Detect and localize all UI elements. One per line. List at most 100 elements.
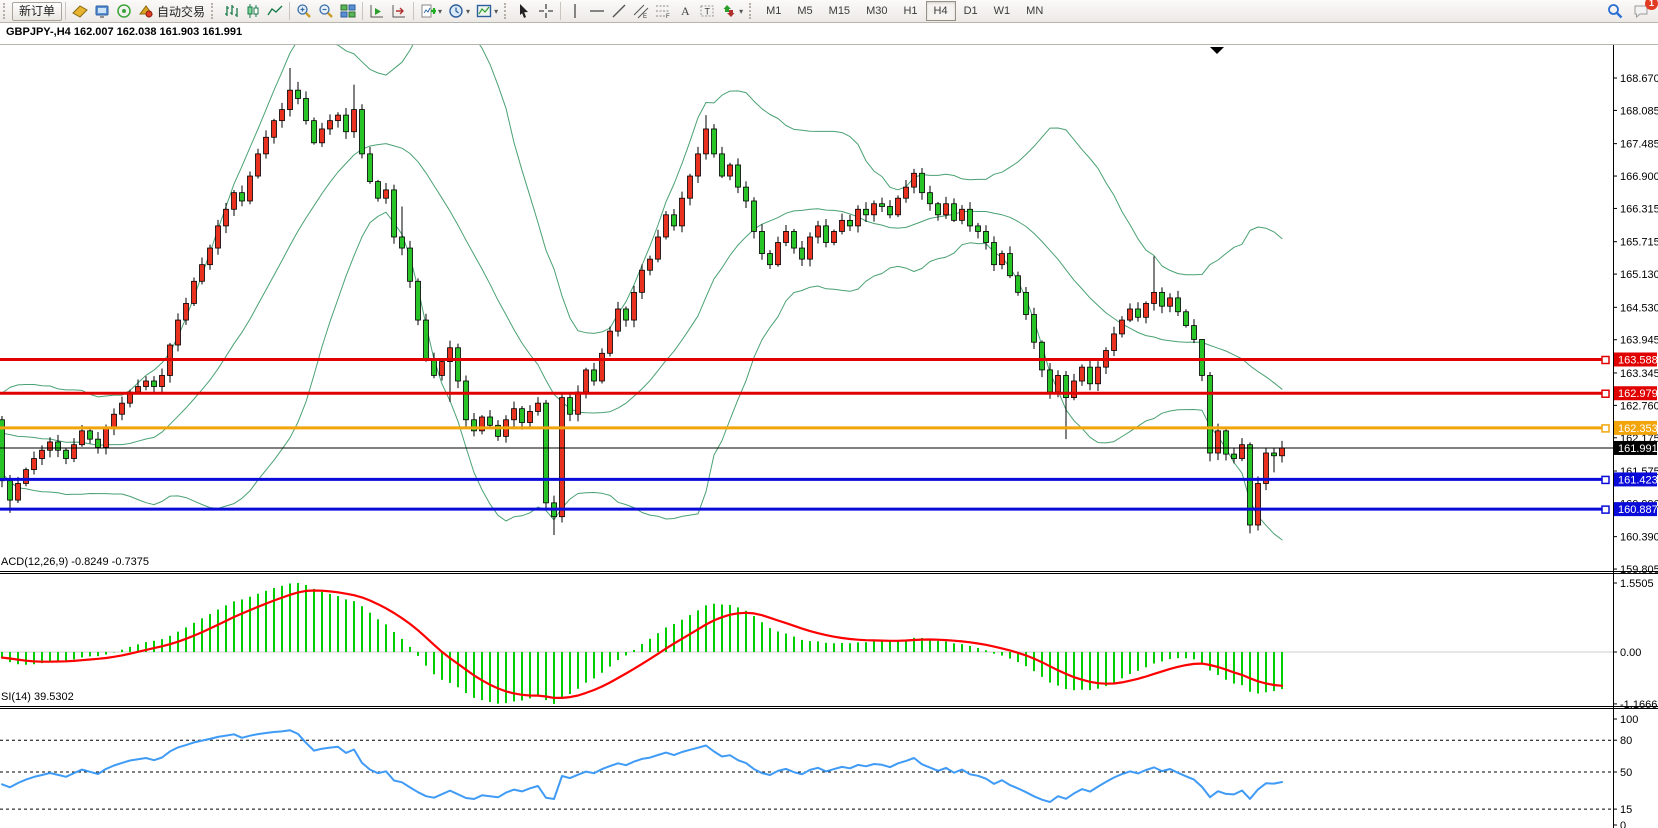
vertical-line-icon: [567, 3, 583, 19]
signal-icon: [116, 3, 132, 19]
bar-chart-button[interactable]: [220, 1, 242, 21]
candlestick-button[interactable]: [242, 1, 264, 21]
main-toolbar: 新订单 自动交易: [0, 0, 1658, 23]
svg-text:164.530: 164.530: [1620, 302, 1658, 314]
template-button[interactable]: ▾: [473, 1, 501, 21]
toolbar-separator: [560, 2, 561, 20]
svg-text:0.00: 0.00: [1620, 647, 1641, 659]
timeframe-button-H1[interactable]: H1: [895, 1, 925, 21]
zoom-in-button[interactable]: [293, 1, 315, 21]
svg-text:1.5505: 1.5505: [1620, 578, 1654, 590]
crosshair-tool-button[interactable]: [535, 1, 557, 21]
new-order-button[interactable]: 新订单: [12, 2, 62, 21]
terminal-toolbar-button[interactable]: [91, 1, 113, 21]
zoom-out-button[interactable]: [315, 1, 337, 21]
svg-text:162.979: 162.979: [1618, 388, 1658, 400]
svg-text:163.945: 163.945: [1620, 335, 1658, 347]
dropdown-arrow-icon: ▾: [739, 7, 743, 16]
charts-toolbar-button[interactable]: [69, 1, 91, 21]
arrows-tool[interactable]: ▾: [718, 1, 746, 21]
toolbar-separator: [289, 2, 290, 20]
autotrading-icon: [138, 3, 154, 19]
chart-area[interactable]: 168.670168.085167.485166.900166.315165.7…: [0, 22, 1658, 828]
autotrading-label: 自动交易: [157, 3, 205, 20]
search-icon: [1607, 3, 1623, 19]
add-indicator-icon: [420, 3, 436, 19]
svg-text:100: 100: [1620, 714, 1638, 726]
auto-scroll-icon: [369, 3, 385, 19]
cursor-icon: [516, 3, 532, 19]
svg-text:80: 80: [1620, 735, 1632, 747]
template-icon: [476, 3, 492, 19]
svg-text:0: 0: [1620, 820, 1626, 828]
timeframe-button-M30[interactable]: M30: [858, 1, 895, 21]
horizontal-line-icon: [589, 3, 605, 19]
timeframe-button-H4[interactable]: H4: [926, 1, 956, 21]
timeframe-button-M5[interactable]: M5: [789, 1, 820, 21]
svg-text:168.670: 168.670: [1620, 73, 1658, 85]
svg-text:F: F: [666, 14, 670, 19]
add-indicator-button[interactable]: ▾: [417, 1, 445, 21]
toolbar-grip: [211, 3, 217, 19]
auto-scroll-button[interactable]: [366, 1, 388, 21]
svg-text:161.991: 161.991: [1618, 443, 1658, 455]
fibonacci-tool[interactable]: F: [652, 1, 674, 21]
svg-text:163.588: 163.588: [1618, 355, 1658, 367]
new-order-label: 新订单: [19, 3, 55, 19]
chart-ohlc-title: GBPJPY-,H4 162.007 162.038 161.903 161.9…: [6, 26, 242, 38]
cursor-tool-button[interactable]: [513, 1, 535, 21]
toolbar-separator: [413, 2, 414, 20]
timeframe-button-M15[interactable]: M15: [821, 1, 858, 21]
chart-shift-icon: [391, 3, 407, 19]
toolbar-grip: [3, 3, 9, 19]
vertical-line-tool[interactable]: [564, 1, 586, 21]
gold-chart-icon: [72, 3, 88, 19]
channel-tool[interactable]: E: [630, 1, 652, 21]
tile-windows-button[interactable]: [337, 1, 359, 21]
svg-text:15: 15: [1620, 804, 1632, 816]
rsi-indicator-label: SI(14) 39.5302: [1, 691, 74, 703]
timeframe-button-MN[interactable]: MN: [1018, 1, 1051, 21]
fibonacci-icon: F: [655, 3, 671, 19]
text-icon: A: [677, 3, 693, 19]
timeframe-button-D1[interactable]: D1: [956, 1, 986, 21]
notifications-button[interactable]: 1: [1630, 1, 1652, 21]
svg-text:A: A: [681, 4, 690, 18]
toolbar-grip: [504, 3, 510, 19]
bar-chart-icon: [223, 3, 239, 19]
dropdown-arrow-icon: ▾: [494, 7, 498, 16]
line-chart-button[interactable]: [264, 1, 286, 21]
trendline-tool[interactable]: [608, 1, 630, 21]
text-label-icon: T: [699, 3, 715, 19]
svg-text:E: E: [643, 14, 647, 19]
svg-text:50: 50: [1620, 767, 1632, 779]
dropdown-arrow-icon: ▾: [438, 7, 442, 16]
zoom-out-icon: [318, 3, 334, 19]
label-tool[interactable]: T: [696, 1, 718, 21]
svg-text:168.085: 168.085: [1620, 105, 1658, 117]
price-chart[interactable]: 168.670168.085167.485166.900166.315165.7…: [0, 22, 1658, 828]
macd-indicator-label: ACD(12,26,9) -0.8249 -0.7375: [1, 556, 149, 568]
period-button[interactable]: ▾: [445, 1, 473, 21]
timeframe-button-M1[interactable]: M1: [758, 1, 789, 21]
svg-text:165.130: 165.130: [1620, 269, 1658, 281]
chart-shift-button[interactable]: [388, 1, 410, 21]
arrows-icon: [721, 3, 737, 19]
svg-text:-1.1666: -1.1666: [1620, 699, 1657, 711]
horizontal-line-tool[interactable]: [586, 1, 608, 21]
mt4-window: 新订单 自动交易: [0, 0, 1658, 828]
svg-text:163.345: 163.345: [1620, 368, 1658, 380]
tile-windows-icon: [340, 3, 356, 19]
timeframe-button-W1[interactable]: W1: [986, 1, 1019, 21]
autotrading-button[interactable]: 自动交易: [135, 1, 208, 21]
terminal-icon: [94, 3, 110, 19]
signal-toolbar-button[interactable]: [113, 1, 135, 21]
equidistant-channel-icon: E: [633, 3, 649, 19]
text-tool[interactable]: A: [674, 1, 696, 21]
svg-text:166.900: 166.900: [1620, 171, 1658, 183]
svg-text:162.760: 162.760: [1620, 400, 1658, 412]
trendline-icon: [611, 3, 627, 19]
toolbar-grip: [749, 3, 755, 19]
svg-text:160.390: 160.390: [1620, 532, 1658, 544]
search-button[interactable]: [1604, 1, 1626, 21]
